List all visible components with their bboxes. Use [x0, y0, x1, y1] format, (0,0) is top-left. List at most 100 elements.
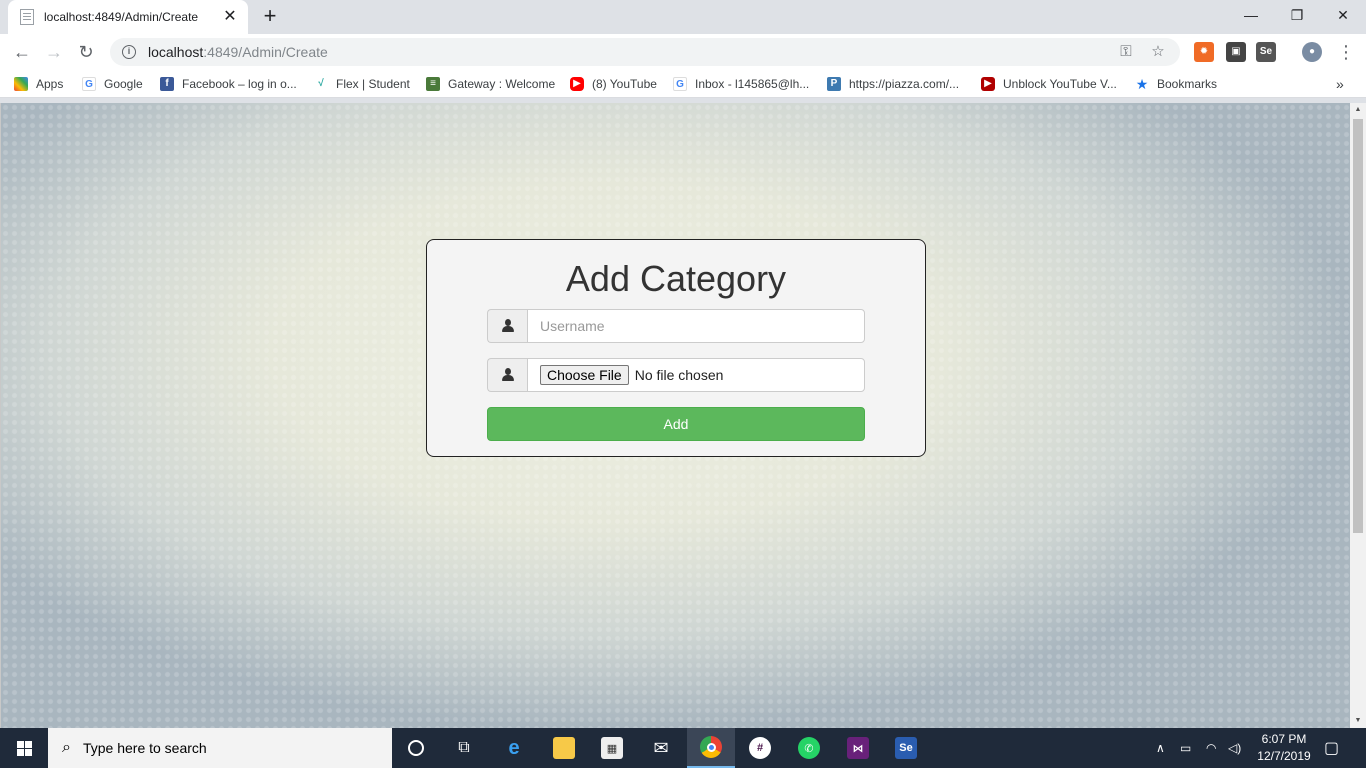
forward-button[interactable]: → — [42, 40, 66, 64]
network-button[interactable]: ◠ — [1206, 728, 1216, 768]
bookmark-label: https://piazza.com/... — [849, 77, 960, 91]
close-window-button[interactable]: ✕ — [1320, 0, 1366, 30]
bookmarks-overflow-button[interactable]: » — [1336, 76, 1344, 92]
bookmark-google[interactable]: G Google — [82, 76, 143, 92]
page-title: Add Category — [565, 258, 787, 299]
reload-button[interactable]: ↻ — [74, 40, 98, 64]
bookmark-bookmarks[interactable]: ★ Bookmarks — [1135, 76, 1217, 92]
bookmark-label: Google — [104, 77, 143, 91]
taskbar-slack[interactable]: # — [736, 728, 784, 768]
start-button[interactable] — [0, 728, 48, 768]
clock-time: 6:07 PM — [1261, 732, 1307, 746]
mail-icon: ✉ — [653, 737, 669, 758]
add-category-card: Add Category Choose File No file chosen … — [426, 239, 926, 457]
youtube-icon: ▶ — [570, 77, 584, 91]
restore-button[interactable]: ❐ — [1274, 0, 1320, 30]
facebook-icon: f — [160, 77, 174, 91]
bookmark-label: (8) YouTube — [592, 77, 657, 91]
bookmark-apps[interactable]: Apps — [14, 76, 63, 92]
username-addon — [487, 309, 527, 343]
browser-tab[interactable]: localhost:4849/Admin/Create ✕ — [8, 0, 248, 34]
edge-icon: e — [508, 736, 520, 759]
google-icon: G — [673, 77, 687, 91]
bookmark-gateway[interactable]: ≡ Gateway : Welcome — [426, 76, 555, 92]
key-icon[interactable]: ⚿ — [1116, 42, 1136, 62]
google-icon: G — [82, 77, 96, 91]
scroll-up-icon[interactable]: ▲ — [1350, 103, 1366, 117]
new-tab-button[interactable]: + — [258, 5, 282, 29]
store-icon: ▦ — [601, 737, 623, 759]
battery-icon: ▭ — [1180, 741, 1192, 755]
bookmark-label: Apps — [36, 77, 64, 91]
volume-button[interactable]: ◁) — [1228, 728, 1241, 768]
notifications-button[interactable]: ▢ — [1324, 728, 1339, 768]
visual-studio-icon: ⋈ — [847, 737, 869, 759]
taskbar-whatsapp[interactable]: ✆ — [785, 728, 833, 768]
selenium-extension-icon[interactable]: Se — [1256, 42, 1276, 62]
username-input[interactable] — [527, 309, 865, 343]
url-text[interactable]: localhost:4849/Admin/Create — [148, 44, 1104, 60]
bookmark-star-icon[interactable]: ☆ — [1148, 42, 1168, 62]
add-button[interactable]: Add — [487, 407, 865, 441]
file-input-group: Choose File No file chosen — [487, 358, 865, 392]
task-view-icon: ⧉ — [458, 739, 470, 756]
taskbar-visual-studio[interactable]: ⋈ — [834, 728, 882, 768]
scrollbar-thumb[interactable] — [1353, 119, 1363, 533]
gateway-icon: ≡ — [426, 77, 440, 91]
bookmark-inbox[interactable]: G Inbox - l145865@lh... — [673, 76, 809, 92]
selenium-icon: Se — [895, 737, 917, 759]
search-placeholder: Type here to search — [82, 740, 207, 756]
windows-logo-icon — [16, 740, 32, 756]
battery-button[interactable]: ▭ — [1180, 728, 1191, 768]
page-favicon-icon — [20, 9, 34, 25]
address-bar[interactable]: i localhost:4849/Admin/Create ⚿ ☆ — [110, 38, 1180, 66]
username-input-group — [487, 309, 865, 343]
taskbar-store[interactable]: ▦ — [588, 728, 636, 768]
tab-strip: localhost:4849/Admin/Create ✕ + — ❐ ✕ — [0, 0, 1366, 34]
slack-icon: # — [749, 737, 771, 759]
taskbar-clock[interactable]: 6:07 PM 12/7/2019 — [1248, 731, 1320, 765]
menu-icon[interactable]: ⋮ — [1334, 40, 1358, 64]
bookmark-facebook[interactable]: f Facebook – log in o... — [160, 76, 297, 92]
bookmark-label: Unblock YouTube V... — [1003, 77, 1117, 91]
profile-avatar[interactable]: ● — [1302, 42, 1322, 62]
taskbar-selenium[interactable]: Se — [882, 728, 930, 768]
page-background: Add Category Choose File No file chosen … — [0, 103, 1350, 728]
cortana-button[interactable] — [392, 728, 440, 768]
file-input[interactable]: Choose File No file chosen — [527, 358, 865, 392]
show-hidden-icons-button[interactable]: ∧ — [1156, 728, 1165, 768]
task-view-button[interactable]: ⧉ — [440, 728, 488, 768]
tab-title: localhost:4849/Admin/Create — [44, 10, 199, 24]
notification-icon: ▢ — [1324, 740, 1340, 757]
taskbar-edge[interactable]: e — [490, 728, 538, 768]
cortana-icon — [408, 740, 424, 756]
windows-taskbar: ⌕ Type here to search ⧉ e ▦ ✉ # ✆ ⋈ Se ∧… — [0, 728, 1366, 768]
site-info-icon[interactable]: i — [122, 45, 136, 59]
bookmark-piazza[interactable]: P https://piazza.com/... — [827, 76, 959, 92]
back-button[interactable]: ← — [10, 40, 34, 64]
taskbar-mail[interactable]: ✉ — [637, 728, 685, 768]
taskbar-chrome[interactable] — [687, 728, 735, 768]
bookmark-label: Flex | Student — [336, 77, 410, 91]
bookmark-youtube[interactable]: ▶ (8) YouTube — [570, 76, 657, 92]
whatsapp-icon: ✆ — [798, 737, 820, 759]
scroll-down-icon[interactable]: ▼ — [1350, 714, 1366, 728]
wifi-icon: ◠ — [1206, 741, 1217, 755]
extension-box-icon[interactable]: ▣ — [1226, 42, 1246, 62]
bookmark-flex[interactable]: √ Flex | Student — [314, 76, 410, 92]
chevron-up-icon: ∧ — [1156, 741, 1165, 755]
bookmark-unblock-youtube[interactable]: ▶ Unblock YouTube V... — [981, 76, 1117, 92]
bookmark-label: Facebook – log in o... — [182, 77, 297, 91]
minimize-button[interactable]: — — [1228, 0, 1274, 30]
user-icon — [501, 319, 515, 333]
bookmark-label: Gateway : Welcome — [448, 77, 556, 91]
folder-icon — [553, 737, 575, 759]
bookmark-label: Bookmarks — [1157, 77, 1218, 91]
extension-orange-icon[interactable]: ✹ — [1194, 42, 1214, 62]
tab-close-icon[interactable]: ✕ — [222, 9, 238, 25]
taskbar-search[interactable]: ⌕ Type here to search — [48, 728, 392, 768]
choose-file-button[interactable]: Choose File — [540, 365, 629, 385]
bookmark-label: Inbox - l145865@lh... — [695, 77, 810, 91]
taskbar-file-explorer[interactable] — [540, 728, 588, 768]
page-scrollbar[interactable]: ▲ ▼ — [1350, 103, 1366, 728]
